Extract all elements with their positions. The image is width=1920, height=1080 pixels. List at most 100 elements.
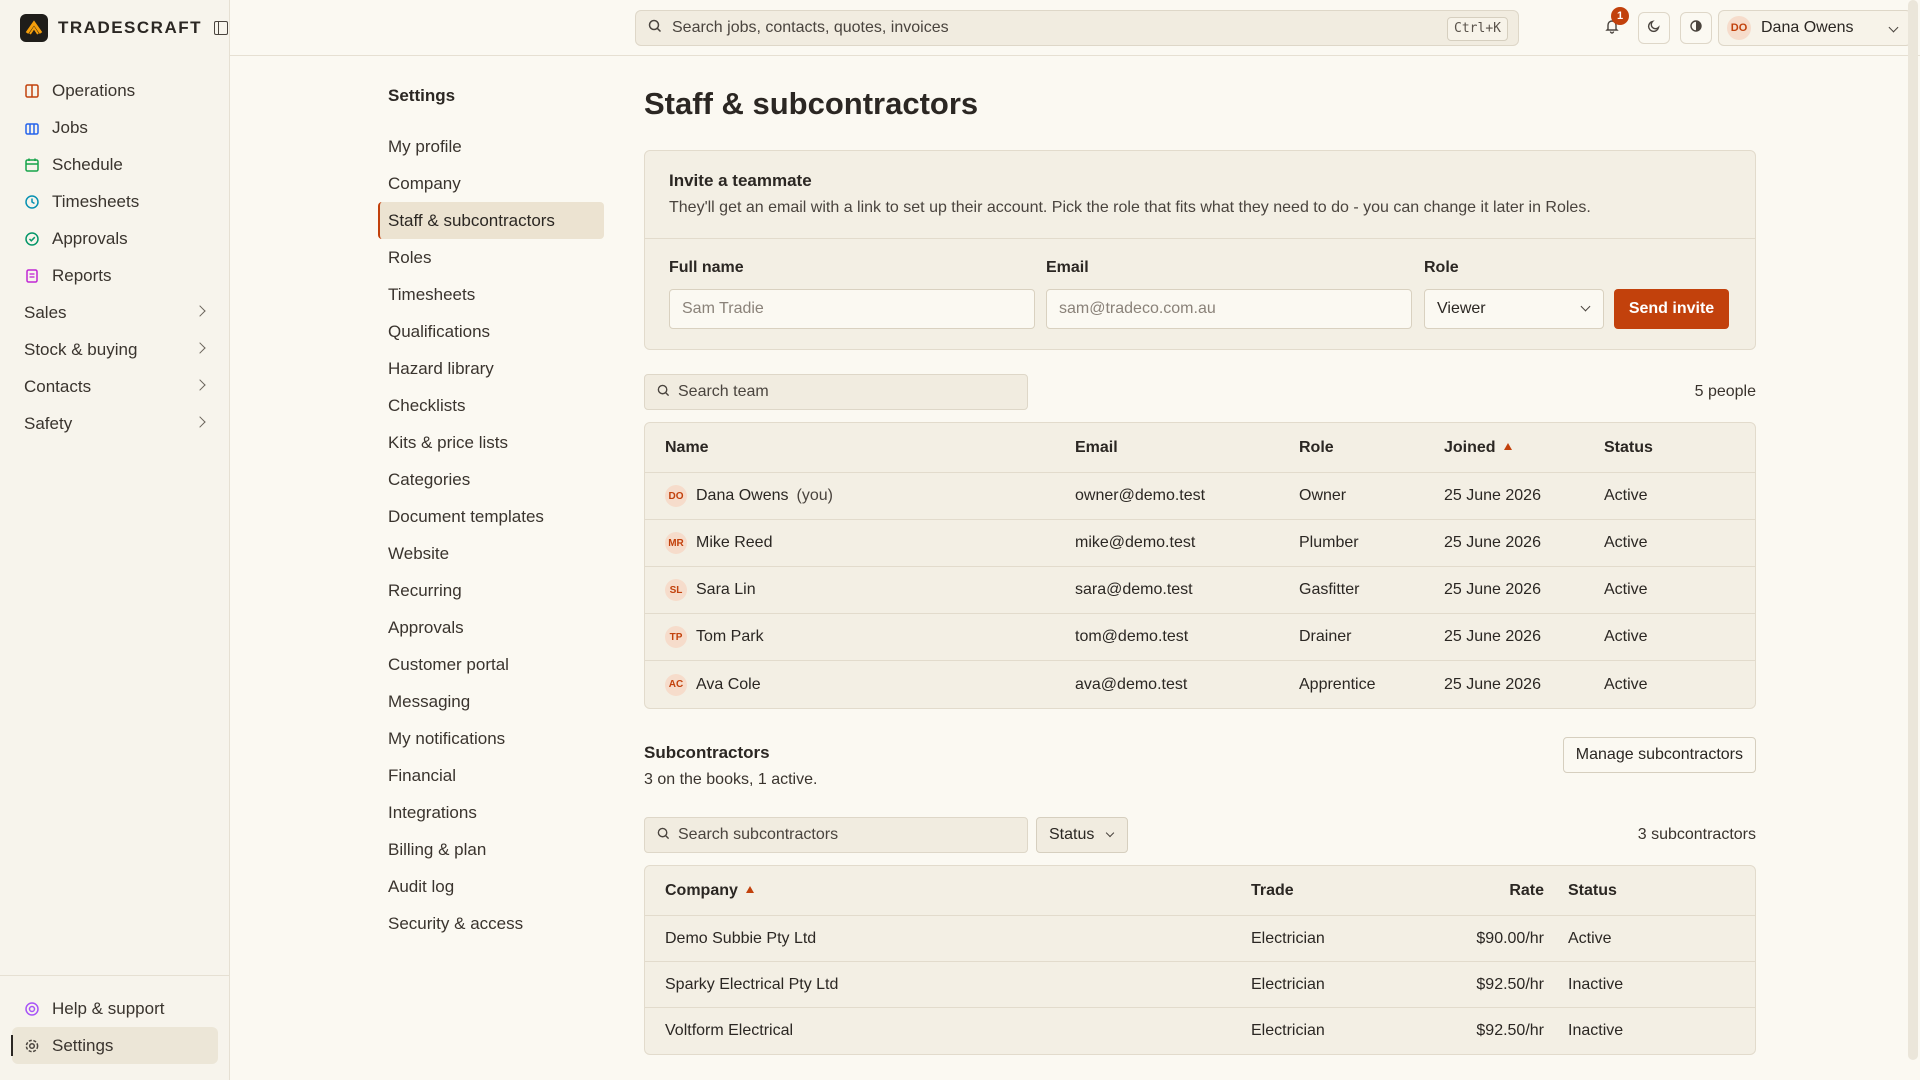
nav-item-label: Settings (52, 1035, 114, 1055)
nav-item-timesheets[interactable]: Timesheets (12, 183, 218, 220)
settings-item-my-notifications[interactable]: My notifications (378, 720, 604, 757)
chevron-right-icon (194, 416, 206, 428)
global-search[interactable]: Ctrl+K (635, 10, 1519, 46)
settings-item-categories[interactable]: Categories (378, 461, 604, 498)
nav-item-sales[interactable]: Sales (12, 294, 218, 331)
column-header-status[interactable]: Status (1544, 882, 1617, 900)
page-title: Staff & subcontractors (644, 86, 979, 121)
settings-item-integrations[interactable]: Integrations (378, 794, 604, 831)
manage-subcontractors-button[interactable]: Manage subcontractors (1562, 737, 1756, 773)
nav-item-approvals[interactable]: Approvals (12, 220, 218, 257)
member-name: Sara Lin (696, 581, 756, 599)
nav-item-reports[interactable]: Reports (12, 257, 218, 294)
page-scrollbar[interactable] (1908, 0, 1918, 1060)
column-header-company[interactable]: Company (645, 882, 1251, 900)
status-filter-dropdown[interactable]: Status (1036, 817, 1128, 853)
chevron-right-icon (194, 305, 206, 317)
column-header-rate[interactable]: Rate (1421, 882, 1544, 900)
member-joined: 25 June 2026 (1444, 675, 1541, 693)
member-role: Gasfitter (1299, 581, 1360, 598)
settings-item-timesheets[interactable]: Timesheets (378, 276, 604, 313)
settings-item-website[interactable]: Website (378, 535, 604, 572)
subcontractor-status: Inactive (1568, 975, 1624, 993)
document-icon (24, 268, 40, 284)
settings-item-security-access[interactable]: Security & access (378, 905, 604, 942)
settings-item-staff-subcontractors[interactable]: Staff & subcontractors (378, 202, 604, 239)
settings-item-billing-plan[interactable]: Billing & plan (378, 831, 604, 868)
settings-title: Settings (388, 86, 456, 105)
column-header-status[interactable]: Status (1604, 439, 1653, 457)
main-nav: Operations Jobs Schedule Timesheets Appr… (12, 72, 218, 442)
nav-item-safety[interactable]: Safety (12, 405, 218, 442)
settings-item-company[interactable]: Company (378, 165, 604, 202)
sidebar-collapse-icon[interactable] (214, 21, 228, 35)
email-label: Email (1046, 259, 1089, 276)
member-role: Apprentice (1299, 675, 1376, 693)
theme-toggle-button[interactable] (1638, 12, 1670, 44)
table-row[interactable]: Demo Subbie Pty Ltd Electrician $90.00/h… (645, 916, 1755, 962)
settings-item-messaging[interactable]: Messaging (378, 683, 604, 720)
chevron-down-icon (1888, 22, 1899, 33)
subcontractors-table: Company Trade Rate Status Demo Subbie Pt… (644, 865, 1756, 1055)
nav-item-stock-buying[interactable]: Stock & buying (12, 331, 218, 368)
table-row[interactable]: Voltform Electrical Electrician $92.50/h… (645, 1008, 1755, 1054)
settings-item-approvals[interactable]: Approvals (378, 609, 604, 646)
user-menu-button[interactable]: DO Dana Owens (1718, 10, 1912, 46)
subcontractor-status: Active (1568, 929, 1612, 947)
subcontractor-rate: $90.00/hr (1476, 929, 1544, 947)
settings-item-kits-price-lists[interactable]: Kits & price lists (378, 424, 604, 461)
settings-item-qualifications[interactable]: Qualifications (378, 313, 604, 350)
settings-item-customer-portal[interactable]: Customer portal (378, 646, 604, 683)
nav-item-label: Schedule (52, 154, 123, 174)
nav-item-help[interactable]: Help & support (12, 990, 218, 1027)
contrast-icon (1689, 18, 1703, 38)
nav-item-operations[interactable]: Operations (12, 72, 218, 109)
nav-item-contacts[interactable]: Contacts (12, 368, 218, 405)
member-name: Dana Owens (696, 487, 789, 505)
invite-header: Invite a teammate They'll get an email w… (645, 151, 1755, 239)
member-status: Active (1604, 628, 1648, 645)
settings-item-my-profile[interactable]: My profile (378, 128, 604, 165)
table-row[interactable]: SL Sara Lin sara@demo.test Gasfitter 25 J… (645, 567, 1755, 614)
team-search[interactable] (644, 374, 1028, 410)
table-row[interactable]: AC Ava Cole ava@demo.test Apprentice 25 J… (645, 661, 1755, 708)
team-search-input[interactable] (678, 383, 1008, 401)
settings-item-recurring[interactable]: Recurring (378, 572, 604, 609)
member-role: Plumber (1299, 534, 1359, 551)
avatar: TP (665, 626, 687, 648)
nav-item-settings[interactable]: Settings (11, 1027, 218, 1064)
fullname-label: Full name (669, 259, 744, 276)
subcontractors-description: 3 on the books, 1 active. (644, 771, 818, 788)
subcontractor-status: Inactive (1568, 1022, 1624, 1039)
contrast-button[interactable] (1680, 12, 1712, 44)
email-input[interactable] (1046, 289, 1412, 329)
nav-item-schedule[interactable]: Schedule (12, 146, 218, 183)
member-email: owner@demo.test (1075, 487, 1206, 504)
settings-item-document-templates[interactable]: Document templates (378, 498, 604, 535)
settings-item-checklists[interactable]: Checklists (378, 387, 604, 424)
column-header-role[interactable]: Role (1299, 439, 1444, 457)
column-header-name[interactable]: Name (645, 439, 1075, 457)
brand[interactable]: TRADESCRAFT (20, 14, 228, 42)
settings-item-hazard-library[interactable]: Hazard library (378, 350, 604, 387)
table-row[interactable]: TP Tom Park tom@demo.test Drainer 25 June… (645, 614, 1755, 661)
notifications-button[interactable]: 1 (1596, 7, 1629, 44)
send-invite-button[interactable]: Send invite (1614, 289, 1729, 329)
column-header-trade[interactable]: Trade (1251, 882, 1421, 900)
table-row[interactable]: DO Dana Owens (you) owner@demo.test Owner … (645, 473, 1755, 520)
member-role: Owner (1299, 487, 1347, 504)
settings-item-roles[interactable]: Roles (378, 239, 604, 276)
table-row[interactable]: Sparky Electrical Pty Ltd Electrician $9… (645, 962, 1755, 1008)
subcontractors-search-input[interactable] (678, 826, 1008, 844)
settings-item-audit-log[interactable]: Audit log (378, 868, 604, 905)
nav-item-jobs[interactable]: Jobs (12, 109, 218, 146)
fullname-input[interactable] (669, 289, 1035, 329)
settings-item-financial[interactable]: Financial (378, 757, 604, 794)
invite-title: Invite a teammate (669, 171, 812, 190)
column-header-joined[interactable]: Joined (1444, 439, 1604, 457)
column-header-email[interactable]: Email (1075, 439, 1299, 457)
global-search-input[interactable] (672, 19, 1432, 37)
role-select[interactable]: Viewer (1424, 289, 1604, 329)
table-row[interactable]: MR Mike Reed mike@demo.test Plumber 25 Ju… (645, 520, 1755, 567)
subcontractors-search[interactable] (644, 817, 1028, 853)
